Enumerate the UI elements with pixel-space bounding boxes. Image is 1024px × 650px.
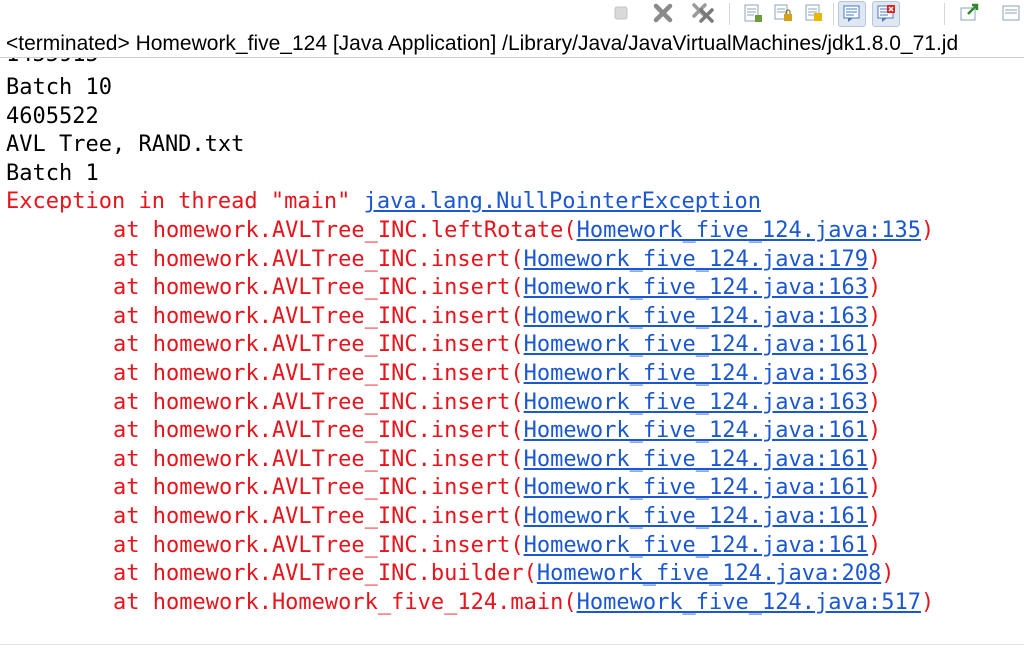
source-location-link[interactable]: Homework_five_124.java:163: [524, 361, 868, 386]
stack-frame-close: ): [867, 360, 882, 386]
remove-all-terminated-icon[interactable]: [690, 1, 716, 25]
source-location-link[interactable]: Homework_five_124.java:161: [524, 504, 868, 529]
console-title: <terminated> Homework_five_124 [Java App…: [6, 32, 959, 55]
word-wrap-icon[interactable]: [770, 1, 796, 25]
stack-trace-line: at homework.AVLTree_INC.insert(Homework_…: [6, 474, 934, 503]
source-location-link[interactable]: Homework_five_124.java:163: [524, 275, 868, 300]
stack-frame-method: at homework.AVLTree_INC.insert(: [113, 446, 524, 472]
stack-trace-line: at homework.AVLTree_INC.leftRotate(Homew…: [6, 217, 934, 246]
stack-frame-method: at homework.AVLTree_INC.insert(: [113, 503, 524, 529]
stack-frame-close: ): [867, 418, 882, 444]
stack-frame-close: ): [867, 503, 882, 529]
stack-frame-close: ): [867, 532, 882, 558]
clipped-output-line: 1455915: [6, 58, 99, 70]
stack-frame-method: at homework.AVLTree_INC.insert(: [113, 360, 524, 386]
stack-frame-method: at homework.AVLTree_INC.insert(: [113, 475, 524, 501]
stack-frame-close: ): [867, 389, 882, 415]
source-location-link[interactable]: Homework_five_124.java:179: [524, 247, 868, 272]
stack-frame-close: ): [920, 589, 935, 615]
console-bottom-divider: [0, 644, 1024, 645]
exception-type-link[interactable]: java.lang.NullPointerException: [364, 189, 761, 214]
stack-trace-line: at homework.AVLTree_INC.insert(Homework_…: [6, 532, 934, 561]
stack-frame-method: at homework.AVLTree_INC.leftRotate(: [113, 217, 577, 243]
stack-frame-method: at homework.AVLTree_INC.insert(: [113, 275, 524, 301]
show-console-output-icon[interactable]: [801, 1, 827, 25]
stack-trace-line: at homework.AVLTree_INC.builder(Homework…: [6, 560, 934, 589]
console-toolbar: [0, 0, 1024, 30]
stack-frame-method: at homework.AVLTree_INC.insert(: [113, 418, 524, 444]
stack-frame-method: at homework.AVLTree_INC.insert(: [113, 389, 524, 415]
output-line: AVL Tree, RAND.txt: [6, 132, 245, 158]
exception-prefix: Exception in thread "main": [6, 189, 364, 215]
stack-frame-close: ): [920, 217, 935, 243]
stack-trace-line: at homework.AVLTree_INC.insert(Homework_…: [6, 246, 934, 275]
stack-trace-line: at homework.AVLTree_INC.insert(Homework_…: [6, 274, 934, 303]
stack-frame-close: ): [867, 332, 882, 358]
source-location-link[interactable]: Homework_five_124.java:161: [524, 533, 868, 558]
stack-frame-method: at homework.AVLTree_INC.insert(: [113, 303, 524, 329]
output-line: 4605522: [6, 103, 99, 129]
stack-frame-close: ): [867, 446, 882, 472]
stack-frame-method: at homework.Homework_five_124.main(: [113, 589, 577, 615]
source-location-link[interactable]: Homework_five_124.java:161: [524, 418, 868, 443]
stack-trace-line: at homework.AVLTree_INC.insert(Homework_…: [6, 389, 934, 418]
stack-frame-close: ): [867, 275, 882, 301]
source-location-link[interactable]: Homework_five_124.java:163: [524, 390, 868, 415]
stack-trace-line: at homework.Homework_five_124.main(Homew…: [6, 589, 934, 618]
stack-frame-method: at homework.AVLTree_INC.insert(: [113, 532, 524, 558]
source-location-link[interactable]: Homework_five_124.java:208: [537, 561, 881, 586]
source-location-link[interactable]: Homework_five_124.java:135: [577, 218, 921, 243]
stack-frame-close: ): [867, 246, 882, 272]
stack-frame-method: at homework.AVLTree_INC.insert(: [113, 332, 524, 358]
open-console-icon[interactable]: [998, 1, 1024, 25]
scroll-lock-icon[interactable]: [740, 1, 766, 25]
stack-trace-line: at homework.AVLTree_INC.insert(Homework_…: [6, 303, 934, 332]
terminate-icon[interactable]: [608, 1, 634, 25]
stack-trace-line: at homework.AVLTree_INC.insert(Homework_…: [6, 360, 934, 389]
stack-trace-line: at homework.AVLTree_INC.insert(Homework_…: [6, 446, 934, 475]
source-location-link[interactable]: Homework_five_124.java:161: [524, 447, 868, 472]
stack-frame-method: at homework.AVLTree_INC.insert(: [113, 246, 524, 272]
source-location-link[interactable]: Homework_five_124.java:161: [524, 332, 868, 357]
stack-frame-close: ): [867, 475, 882, 501]
stack-trace-line: at homework.AVLTree_INC.insert(Homework_…: [6, 331, 934, 360]
output-line: Batch 1: [6, 160, 99, 186]
remove-launch-icon[interactable]: [650, 1, 676, 25]
stack-frame-close: ): [881, 561, 895, 587]
exception-line: Exception in thread "main" java.lang.Nul…: [6, 188, 934, 217]
stack-frame-close: ): [867, 303, 882, 329]
pin-console-icon[interactable]: [956, 1, 982, 25]
console-output-area[interactable]: 1455915 Batch 10 4605522 AVL Tree, RAND.…: [0, 58, 1024, 638]
show-console-stderr-icon[interactable]: [872, 1, 900, 27]
console-lines: Batch 10 4605522 AVL Tree, RAND.txt Batc…: [6, 74, 934, 617]
source-location-link[interactable]: Homework_five_124.java:161: [524, 475, 868, 500]
stack-trace-line: at homework.AVLTree_INC.insert(Homework_…: [6, 417, 934, 446]
output-line: Batch 10: [6, 75, 112, 100]
source-location-link[interactable]: Homework_five_124.java:517: [577, 590, 921, 615]
show-console-stdout-icon[interactable]: [838, 1, 866, 27]
stack-frame-method: at homework.AVLTree_INC.builder(: [113, 561, 537, 587]
stack-trace-line: at homework.AVLTree_INC.insert(Homework_…: [6, 503, 934, 532]
source-location-link[interactable]: Homework_five_124.java:163: [524, 304, 868, 329]
